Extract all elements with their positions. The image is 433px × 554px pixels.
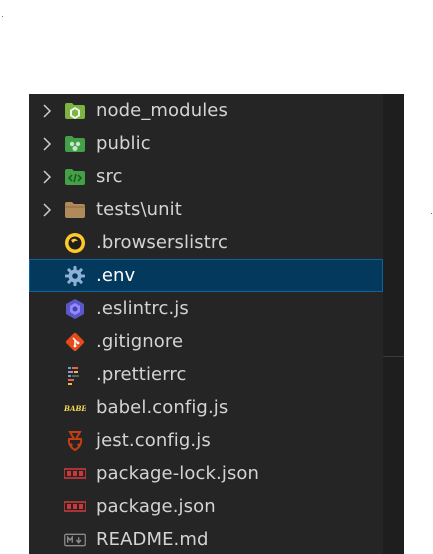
stray-pixel xyxy=(431,213,432,214)
npm-icon xyxy=(64,463,86,485)
tree-item-babel-config[interactable]: BABEL babel.config.js xyxy=(29,391,383,424)
chevron-right-icon[interactable] xyxy=(30,169,64,185)
svg-text:BABEL: BABEL xyxy=(64,404,86,413)
browserslist-icon xyxy=(64,232,86,254)
tree-item-env[interactable]: .env xyxy=(29,259,383,292)
tree-item-label: .prettierrc xyxy=(96,364,187,385)
tree-item-label: jest.config.js xyxy=(96,430,211,451)
editor-gutter xyxy=(383,94,404,554)
tree-item-eslintrc[interactable]: .eslintrc.js xyxy=(29,292,383,325)
tree-item-label: package-lock.json xyxy=(96,463,260,484)
chevron-right-icon[interactable] xyxy=(30,136,64,152)
chevron-right-icon[interactable] xyxy=(30,103,64,119)
gear-icon xyxy=(64,265,86,287)
tree-item-package-json[interactable]: package.json xyxy=(29,490,383,523)
public-folder-icon xyxy=(64,133,86,155)
stray-pixel xyxy=(2,16,3,17)
tree-item-label: .browserslistrc xyxy=(96,232,228,253)
src-folder-icon xyxy=(64,166,86,188)
tree-item-browserslistrc[interactable]: .browserslistrc xyxy=(29,226,383,259)
tree-item-node-modules[interactable]: node_modules xyxy=(29,94,383,127)
npm-icon xyxy=(64,496,86,518)
tree-item-label: public xyxy=(96,133,151,154)
tree-item-label: .eslintrc.js xyxy=(96,298,189,319)
tree-item-src[interactable]: src xyxy=(29,160,383,193)
git-icon xyxy=(64,331,86,353)
markdown-icon xyxy=(64,529,86,551)
node-modules-folder-icon xyxy=(64,100,86,122)
tree-item-label: package.json xyxy=(96,496,216,517)
prettier-icon xyxy=(64,364,86,386)
tree-item-label: .gitignore xyxy=(96,331,184,352)
tree-item-label: .env xyxy=(96,265,136,286)
file-explorer: node_modules public src tests\unit .brow… xyxy=(29,94,404,554)
tree-item-label: tests\unit xyxy=(96,199,182,220)
file-tree: node_modules public src tests\unit .brow… xyxy=(29,94,383,554)
tree-item-public[interactable]: public xyxy=(29,127,383,160)
tree-item-gitignore[interactable]: .gitignore xyxy=(29,325,383,358)
tree-item-label: src xyxy=(96,166,123,187)
tree-item-tests-unit[interactable]: tests\unit xyxy=(29,193,383,226)
folder-icon xyxy=(64,199,86,221)
tree-item-jest-config[interactable]: jest.config.js xyxy=(29,424,383,457)
tree-item-package-lock[interactable]: package-lock.json xyxy=(29,457,383,490)
tree-item-prettierrc[interactable]: .prettierrc xyxy=(29,358,383,391)
tree-item-label: README.md xyxy=(96,529,209,550)
gutter-divider xyxy=(383,356,404,357)
tree-item-label: babel.config.js xyxy=(96,397,229,418)
chevron-right-icon[interactable] xyxy=(30,202,64,218)
babel-icon: BABEL xyxy=(64,397,86,419)
tree-item-readme[interactable]: README.md xyxy=(29,523,383,554)
eslint-icon xyxy=(64,298,86,320)
tree-item-label: node_modules xyxy=(96,100,228,121)
jest-icon xyxy=(64,430,86,452)
